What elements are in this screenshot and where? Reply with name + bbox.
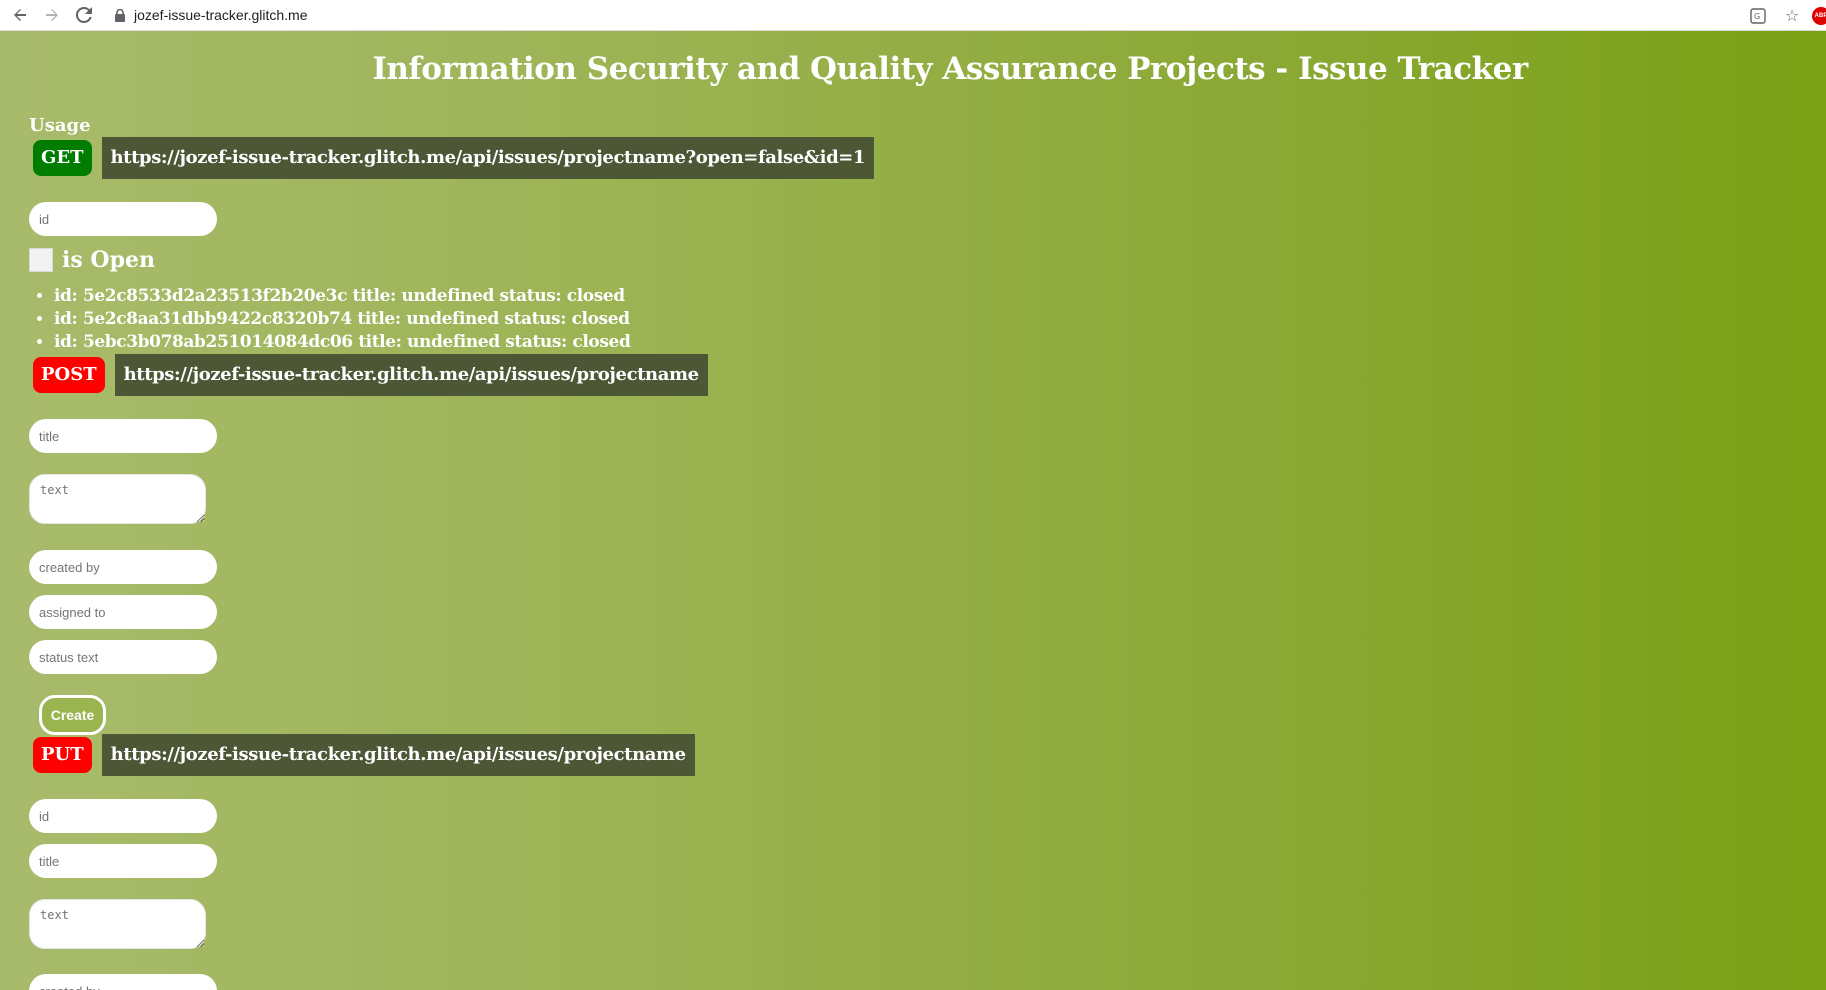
list-item: id: 5ebc3b078ab251014084dc06 title: unde… (54, 331, 631, 354)
get-method-badge: GET (33, 140, 92, 176)
put-endpoint-url: https://jozef-issue-tracker.glitch.me/ap… (101, 734, 695, 776)
forward-arrow-icon[interactable] (40, 3, 64, 27)
get-endpoint: GET https://jozef-issue-tracker.glitch.m… (33, 137, 875, 179)
post-text-textarea[interactable] (29, 474, 206, 524)
list-item: id: 5e2c8533d2a23513f2b20e3c title: unde… (54, 285, 630, 308)
bookmark-star-icon[interactable]: ☆ (1778, 4, 1806, 28)
is-open-row: is Open (29, 247, 155, 273)
is-open-checkbox[interactable] (29, 248, 53, 272)
put-id-input[interactable] (29, 799, 217, 833)
post-status-text-input[interactable] (29, 640, 217, 674)
adblock-extension-icon[interactable]: ABP (1812, 6, 1826, 25)
post-assigned-to-input[interactable] (29, 595, 217, 629)
issue-results-list: id: 5e2c8533d2a23513f2b20e3c title: unde… (29, 285, 631, 354)
post-created-by-input[interactable] (29, 550, 217, 584)
lock-icon (114, 8, 126, 22)
get-endpoint-url: https://jozef-issue-tracker.glitch.me/ap… (101, 137, 875, 179)
usage-heading: Usage (29, 115, 91, 136)
create-button[interactable]: Create (39, 695, 106, 735)
svg-text:G: G (1754, 12, 1760, 21)
is-open-label: is Open (62, 247, 155, 273)
post-endpoint-url: https://jozef-issue-tracker.glitch.me/ap… (114, 354, 708, 396)
get-id-input[interactable] (29, 202, 217, 236)
post-endpoint: POST https://jozef-issue-tracker.glitch.… (33, 354, 708, 396)
post-title-input[interactable] (29, 419, 217, 453)
put-endpoint: PUT https://jozef-issue-tracker.glitch.m… (33, 734, 695, 776)
post-method-badge: POST (33, 357, 105, 393)
translate-icon[interactable]: G (1744, 4, 1772, 28)
put-method-badge: PUT (33, 737, 92, 773)
put-title-input[interactable] (29, 844, 217, 878)
list-item: id: 5e2c8aa31dbb9422c8320b74 title: unde… (54, 308, 630, 331)
put-text-textarea[interactable] (29, 899, 206, 949)
reload-icon[interactable] (72, 3, 96, 27)
page-content: Information Security and Quality Assuran… (0, 31, 1826, 990)
browser-toolbar: jozef-issue-tracker.glitch.me G ☆ ABP (0, 0, 1826, 31)
put-created-by-input[interactable] (29, 974, 217, 990)
address-bar-url[interactable]: jozef-issue-tracker.glitch.me (134, 7, 308, 23)
back-arrow-icon[interactable] (8, 3, 32, 27)
page-title: Information Security and Quality Assuran… (372, 51, 1528, 87)
